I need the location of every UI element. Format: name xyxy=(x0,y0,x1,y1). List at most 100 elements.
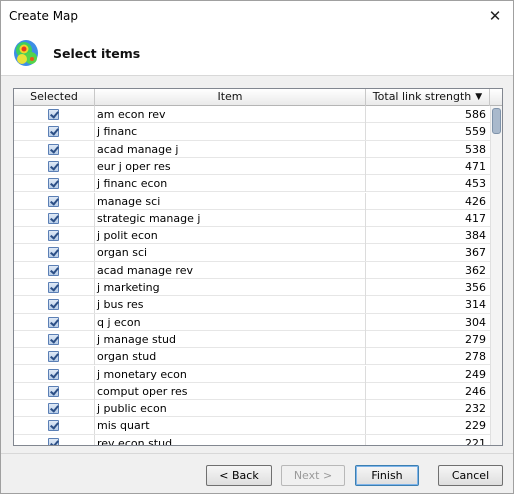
item-cell: am econ rev xyxy=(95,106,366,123)
table-row[interactable]: j financ econ 453 xyxy=(14,175,490,193)
window-title: Create Map xyxy=(9,9,79,23)
total-link-strength-cell: 278 xyxy=(465,350,486,364)
selected-checkbox[interactable] xyxy=(48,109,59,120)
selected-checkbox[interactable] xyxy=(48,420,59,432)
item-cell: manage sci xyxy=(95,192,366,210)
vertical-scrollbar[interactable] xyxy=(490,106,502,445)
selected-cell xyxy=(14,365,95,383)
item-cell: organ stud xyxy=(95,348,366,366)
table-row[interactable]: j manage stud 279 xyxy=(14,330,490,349)
table-header: Selected Item Total link strength ▼ xyxy=(14,89,502,106)
selected-cell xyxy=(14,330,95,348)
selected-cell xyxy=(14,123,95,141)
close-icon[interactable]: ✕ xyxy=(485,6,505,26)
table-row[interactable]: eur j oper res 471 xyxy=(14,157,490,176)
selected-checkbox[interactable] xyxy=(48,368,59,380)
selected-checkbox[interactable] xyxy=(48,299,59,311)
selected-checkbox[interactable] xyxy=(48,212,59,224)
selected-cell xyxy=(14,140,95,158)
selected-checkbox[interactable] xyxy=(48,333,59,345)
total-link-strength-cell: 559 xyxy=(465,125,486,139)
selected-checkbox[interactable] xyxy=(48,351,59,363)
item-cell: j manage stud xyxy=(95,330,366,348)
selected-cell xyxy=(14,434,95,445)
total-link-strength-cell: 304 xyxy=(465,315,486,329)
next-button[interactable]: Next > xyxy=(281,465,345,486)
item-cell: j financ xyxy=(95,123,366,141)
total-link-strength-cell: 279 xyxy=(465,332,486,346)
selected-cell xyxy=(14,261,95,279)
selected-checkbox[interactable] xyxy=(48,126,59,138)
selected-cell xyxy=(14,400,95,418)
table-row[interactable]: strategic manage j 417 xyxy=(14,209,490,228)
selected-checkbox[interactable] xyxy=(48,264,59,276)
selected-cell xyxy=(14,175,95,193)
selected-checkbox[interactable] xyxy=(48,247,59,259)
item-cell: eur j oper res xyxy=(95,157,366,175)
total-link-strength-cell: 586 xyxy=(465,108,486,121)
item-cell: j monetary econ xyxy=(95,365,366,383)
selected-cell xyxy=(14,209,95,227)
total-link-strength-cell: 384 xyxy=(465,229,486,243)
total-link-strength-cell: 221 xyxy=(465,436,486,446)
table-row[interactable]: j monetary econ 249 xyxy=(14,365,490,383)
item-cell: j marketing xyxy=(95,279,366,296)
table-row[interactable]: rev econ stud 221 xyxy=(14,434,490,446)
selected-checkbox[interactable] xyxy=(48,403,59,415)
items-table: Selected Item Total link strength ▼ am ec… xyxy=(13,88,503,446)
selected-checkbox[interactable] xyxy=(48,437,59,445)
table-row[interactable]: j polit econ 384 xyxy=(14,227,490,245)
finish-button[interactable]: Finish xyxy=(355,465,419,486)
item-cell: comput oper res xyxy=(95,382,366,400)
table-row[interactable]: acad manage j 538 xyxy=(14,140,490,158)
selected-cell xyxy=(14,296,95,314)
table-row[interactable]: j marketing 356 xyxy=(14,279,490,297)
total-link-strength-cell: 471 xyxy=(465,159,486,173)
table-row[interactable]: organ stud 278 xyxy=(14,348,490,366)
selected-checkbox[interactable] xyxy=(48,385,59,397)
selected-cell xyxy=(14,348,95,366)
column-header-total-link-strength[interactable]: Total link strength ▼ xyxy=(366,89,490,106)
selected-checkbox[interactable] xyxy=(48,160,59,172)
item-cell: organ sci xyxy=(95,244,366,262)
selected-cell xyxy=(14,313,95,331)
item-cell: rev econ stud xyxy=(95,434,366,445)
selected-checkbox[interactable] xyxy=(48,316,59,328)
total-link-strength-cell: 362 xyxy=(465,263,486,277)
table-row[interactable]: q j econ 304 xyxy=(14,313,490,331)
table-row[interactable]: j financ 559 xyxy=(14,123,490,141)
item-cell: j polit econ xyxy=(95,227,366,245)
header-corner xyxy=(490,89,502,106)
total-link-strength-cell: 453 xyxy=(465,177,486,191)
column-header-selected[interactable]: Selected xyxy=(14,89,95,106)
item-cell: acad manage rev xyxy=(95,261,366,279)
selected-cell xyxy=(14,106,95,123)
cancel-button[interactable]: Cancel xyxy=(438,465,503,486)
selected-checkbox[interactable] xyxy=(48,230,59,242)
table-row[interactable]: organ sci 367 xyxy=(14,244,490,262)
selected-cell xyxy=(14,157,95,175)
selected-checkbox[interactable] xyxy=(48,282,59,293)
table-row[interactable]: am econ rev 586 xyxy=(14,106,490,124)
column-header-item[interactable]: Item xyxy=(95,89,366,106)
total-link-strength-cell: 538 xyxy=(465,142,486,156)
table-row[interactable]: comput oper res 246 xyxy=(14,382,490,401)
total-link-strength-cell: 314 xyxy=(465,298,486,312)
table-row[interactable]: manage sci 426 xyxy=(14,192,490,210)
selected-checkbox[interactable] xyxy=(48,178,59,190)
item-cell: mis quart xyxy=(95,417,366,435)
table-row[interactable]: j bus res 314 xyxy=(14,296,490,314)
table-row[interactable]: j public econ 232 xyxy=(14,400,490,418)
selected-checkbox[interactable] xyxy=(48,195,59,207)
total-link-strength-cell: 356 xyxy=(465,281,486,294)
table-row[interactable]: mis quart 229 xyxy=(14,417,490,435)
back-button[interactable]: < Back xyxy=(206,465,272,486)
column-header-label: Total link strength xyxy=(372,90,472,103)
vosviewer-logo-icon xyxy=(14,40,38,66)
scrollbar-thumb[interactable] xyxy=(492,108,501,134)
selected-cell xyxy=(14,192,95,210)
selected-checkbox[interactable] xyxy=(48,143,59,155)
total-link-strength-cell: 367 xyxy=(465,246,486,260)
total-link-strength-cell: 229 xyxy=(465,419,486,433)
table-row[interactable]: acad manage rev 362 xyxy=(14,261,490,279)
